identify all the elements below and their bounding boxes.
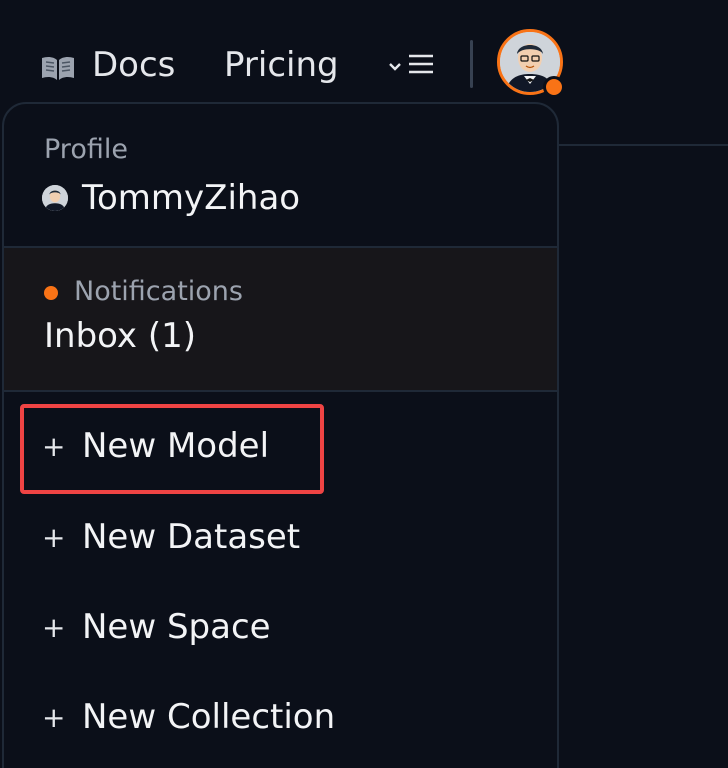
new-dataset-item[interactable]: + New Dataset bbox=[4, 497, 557, 577]
new-collection-label: New Collection bbox=[82, 697, 336, 737]
user-dropdown-menu: Profile TommyZihao Notifications Inbox (… bbox=[2, 102, 559, 768]
new-space-item[interactable]: + New Space bbox=[4, 587, 557, 667]
menu-lines-icon bbox=[408, 53, 434, 79]
new-space-label: New Space bbox=[82, 607, 271, 647]
plus-icon: + bbox=[42, 520, 66, 554]
new-collection-item[interactable]: + New Collection bbox=[4, 677, 557, 757]
profile-row: TommyZihao bbox=[42, 176, 300, 220]
plus-icon: + bbox=[42, 610, 66, 644]
new-dataset-label: New Dataset bbox=[82, 517, 301, 557]
plus-icon: + bbox=[42, 429, 66, 463]
inbox-link: Inbox (1) bbox=[44, 316, 197, 356]
header-rule bbox=[558, 144, 728, 146]
pricing-link[interactable]: Pricing bbox=[224, 40, 339, 90]
book-icon bbox=[40, 51, 76, 80]
page: Docs Pricing Profile TommyZihao Notifica… bbox=[0, 0, 728, 768]
avatar bbox=[42, 185, 68, 211]
new-model-label: New Model bbox=[82, 426, 270, 466]
nav-divider bbox=[470, 40, 473, 88]
username: TommyZihao bbox=[82, 178, 301, 218]
notifications-section[interactable]: Notifications Inbox (1) bbox=[4, 248, 557, 392]
docs-link[interactable]: Docs bbox=[40, 40, 175, 90]
chevron-down-icon bbox=[388, 57, 402, 76]
more-menu-button[interactable] bbox=[388, 46, 440, 86]
new-model-item[interactable]: + New Model bbox=[4, 406, 557, 486]
plus-icon: + bbox=[42, 700, 66, 734]
status-dot bbox=[543, 76, 565, 98]
profile-section[interactable]: Profile TommyZihao bbox=[4, 104, 557, 248]
notifications-label: Notifications bbox=[74, 276, 243, 307]
notification-dot bbox=[44, 286, 58, 300]
profile-label: Profile bbox=[44, 134, 128, 165]
docs-label: Docs bbox=[92, 45, 176, 85]
